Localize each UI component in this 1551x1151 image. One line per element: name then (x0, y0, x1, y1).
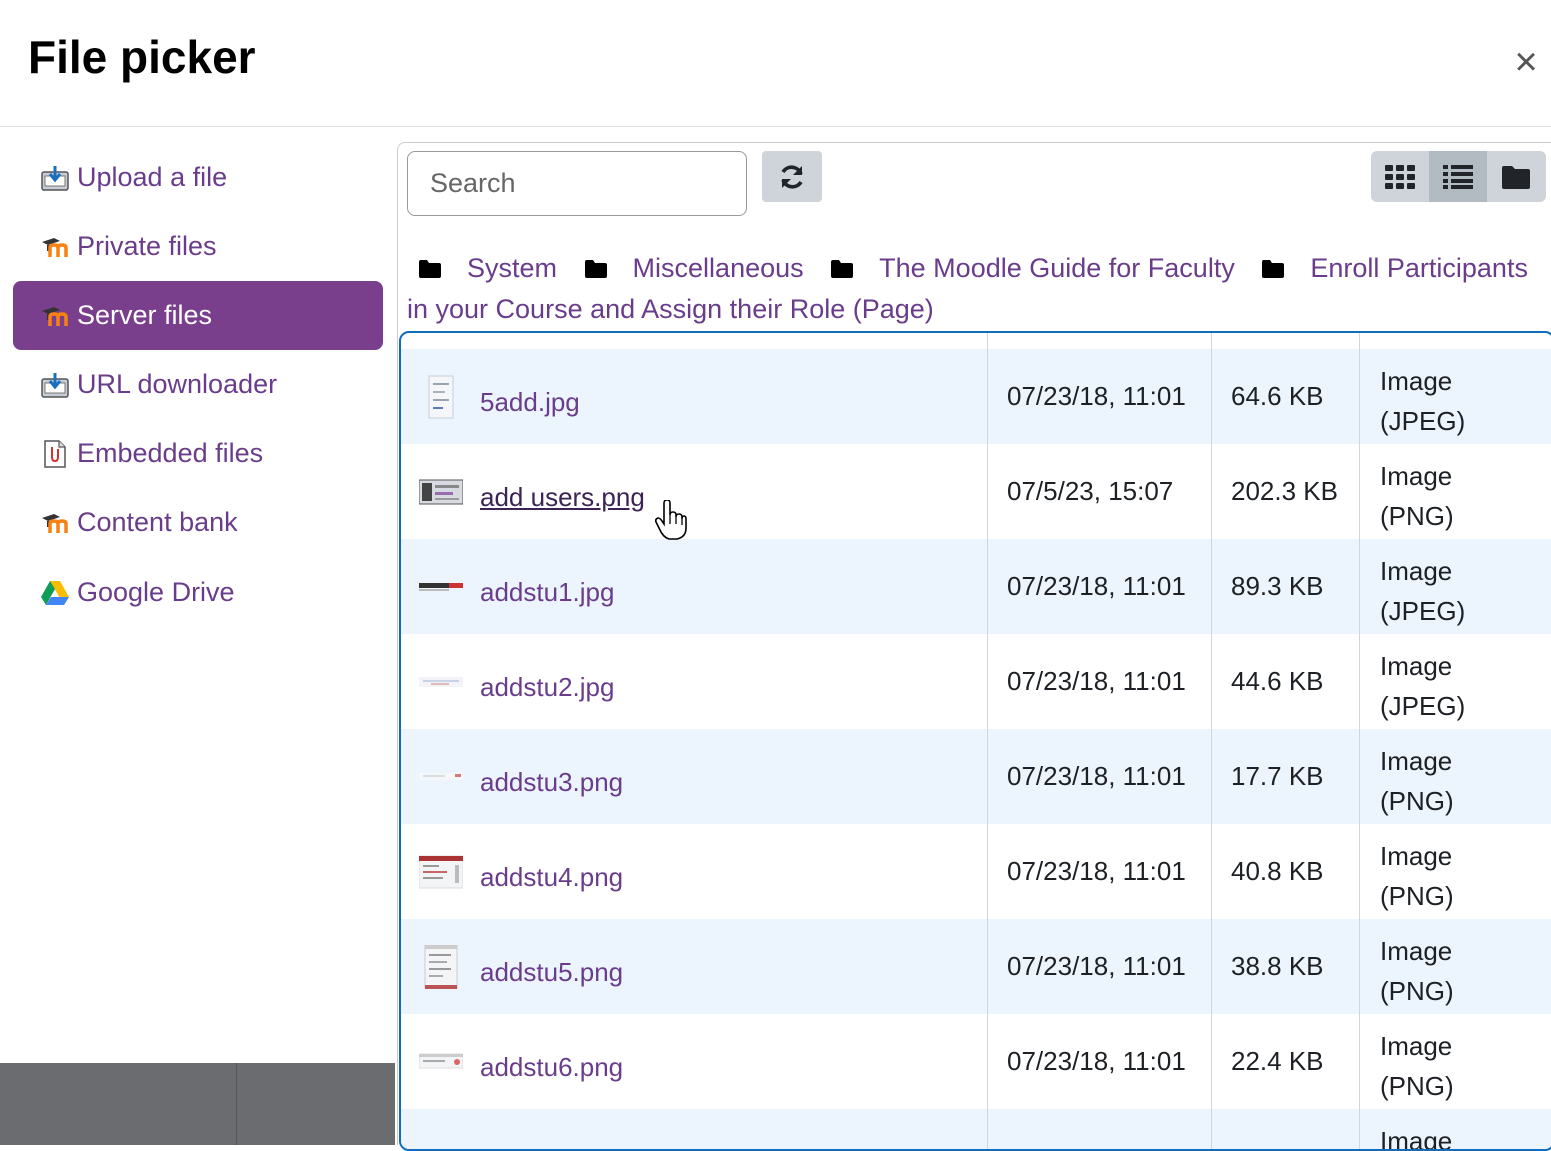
sidebar-item-server-files[interactable]: Server files (13, 281, 383, 350)
file-browser-panel: System Miscellaneous The Moodle Guide fo… (397, 142, 1551, 1151)
file-type: Image (JPEG) (1380, 556, 1466, 626)
list-view-icon (1443, 164, 1473, 189)
folder-icon (584, 249, 607, 278)
file-type: Image (PNG) (1380, 746, 1454, 816)
file-date: 07/23/18, 11:01 (1007, 1046, 1186, 1076)
file-date: 07/23/18, 11:01 (1007, 381, 1186, 411)
file-name-link[interactable]: addstu5.png (480, 945, 623, 988)
file-name-link[interactable]: addstu1.jpg (480, 565, 614, 608)
table-row[interactable]: 5add.jpg 07/23/18, 11:01 64.6 KB Image (J… (401, 349, 1551, 444)
table-row[interactable]: addstu6.png 07/23/18, 11:01 22.4 KB Imag… (401, 1014, 1551, 1109)
image-thumbnail (418, 470, 464, 514)
sidebar-item-label: Server files (77, 300, 213, 330)
image-thumbnail (418, 1040, 464, 1084)
image-thumbnail (419, 944, 463, 989)
breadcrumb-item[interactable]: The Moodle Guide for Faculty (811, 253, 1235, 283)
sidebar-item-label: Embedded files (77, 438, 264, 468)
table-row-partial-top (401, 333, 1551, 349)
file-picker-dialog: File picker × Upload a file Private file… (0, 0, 1551, 1151)
table-row[interactable]: addstu5.png 07/23/18, 11:01 38.8 KB Imag… (401, 919, 1551, 1014)
table-row[interactable]: addstu2.jpg 07/23/18, 11:01 44.6 KB Imag… (401, 634, 1551, 729)
file-name-link[interactable]: addstu6.png (480, 1040, 623, 1083)
search-input[interactable] (407, 151, 747, 216)
file-name-link[interactable]: add users.png (480, 470, 645, 513)
file-type: Image (PNG) (1380, 1031, 1454, 1101)
file-name-link[interactable]: 5add.jpg (480, 375, 580, 418)
sidebar-item-label: URL downloader (77, 369, 278, 399)
sidebar-item-label: Private files (77, 231, 217, 261)
file-date: 07/23/18, 11:01 (1007, 571, 1186, 601)
dialog-title: File picker (28, 31, 256, 83)
image-thumbnail (418, 850, 464, 894)
repository-sidebar: Upload a file Private files Server files… (0, 128, 397, 1063)
moodle-icon (39, 231, 71, 263)
file-size: 22.4 KB (1231, 1046, 1324, 1076)
file-type: Image (PNG) (1380, 936, 1454, 1006)
image-thumbnail (419, 565, 463, 609)
folder-icon (1262, 249, 1285, 278)
hand-pointer-cursor-icon (655, 500, 687, 540)
google-drive-icon (39, 577, 71, 609)
embedded-file-icon (39, 438, 71, 470)
image-thumbnail (419, 660, 463, 704)
breadcrumb-item[interactable]: Miscellaneous (565, 253, 804, 283)
file-size: 202.3 KB (1231, 476, 1338, 506)
refresh-button[interactable] (762, 151, 822, 202)
file-date: 07/23/18, 11:01 (1007, 951, 1186, 981)
file-size: 44.6 KB (1231, 666, 1324, 696)
file-size: 40.8 KB (1231, 856, 1324, 886)
sidebar-item-url-downloader[interactable]: URL downloader (13, 350, 383, 419)
view-mode-toggle (1371, 151, 1546, 202)
file-list-table: 5add.jpg 07/23/18, 11:01 64.6 KB Image (J… (399, 331, 1551, 1151)
file-name-link[interactable]: addstu2.jpg (480, 660, 614, 703)
dialog-header: File picker × (0, 0, 1551, 127)
close-button[interactable]: × (1506, 40, 1546, 84)
close-icon: × (1514, 40, 1538, 84)
moodle-icon (39, 300, 71, 332)
file-type: Image (1380, 1126, 1453, 1151)
file-type: Image (JPEG) (1380, 651, 1466, 721)
breadcrumb: System Miscellaneous The Moodle Guide fo… (407, 248, 1547, 330)
sidebar-footer (0, 1063, 395, 1145)
file-date: 07/23/18, 11:01 (1007, 666, 1186, 696)
file-type: Image (JPEG) (1380, 366, 1466, 436)
moodle-icon (39, 507, 71, 539)
folder-icon (831, 249, 854, 278)
folder-view-icon (1502, 165, 1530, 189)
list-view-button[interactable] (1429, 151, 1487, 202)
file-date: 07/23/18, 11:01 (1007, 856, 1186, 886)
breadcrumb-item[interactable]: System (407, 253, 557, 283)
sidebar-item-embedded-files[interactable]: Embedded files (13, 419, 383, 488)
file-type: Image (PNG) (1380, 841, 1454, 911)
table-row[interactable]: addstu3.png 07/23/18, 11:01 17.7 KB Imag… (401, 729, 1551, 824)
sidebar-item-label: Upload a file (77, 162, 228, 192)
folder-icon (419, 249, 441, 278)
file-size: 17.7 KB (1231, 761, 1324, 791)
url-download-icon (39, 369, 71, 401)
sidebar-item-label: Content bank (77, 507, 238, 537)
table-row[interactable]: addstu1.jpg 07/23/18, 11:01 89.3 KB Imag… (401, 539, 1551, 634)
file-date: 07/5/23, 15:07 (1007, 476, 1174, 506)
file-name-link[interactable]: addstu4.png (480, 850, 623, 893)
sidebar-item-private-files[interactable]: Private files (13, 212, 383, 281)
table-row[interactable]: add users.png 07/5/23, 15:07 202.3 KB Im… (401, 444, 1551, 539)
file-date: 07/23/18, 11:01 (1007, 761, 1186, 791)
image-thumbnail (419, 375, 463, 419)
upload-icon (39, 162, 71, 194)
folder-view-button[interactable] (1487, 151, 1545, 202)
grid-view-icon (1385, 164, 1415, 189)
sidebar-item-label: Google Drive (77, 577, 235, 607)
file-name-link[interactable]: addstu3.png (480, 755, 623, 798)
grid-view-button[interactable] (1371, 151, 1429, 202)
file-size: 89.3 KB (1231, 571, 1324, 601)
file-size: 38.8 KB (1231, 951, 1324, 981)
table-row[interactable]: addstu4.png 07/23/18, 11:01 40.8 KB Imag… (401, 824, 1551, 919)
sidebar-item-upload-a-file[interactable]: Upload a file (13, 143, 383, 212)
sidebar-item-google-drive[interactable]: Google Drive (13, 558, 383, 627)
file-size: 64.6 KB (1231, 381, 1324, 411)
refresh-icon (781, 164, 803, 189)
file-type: Image (PNG) (1380, 461, 1454, 531)
sidebar-item-content-bank[interactable]: Content bank (13, 488, 383, 557)
image-thumbnail (419, 755, 463, 799)
